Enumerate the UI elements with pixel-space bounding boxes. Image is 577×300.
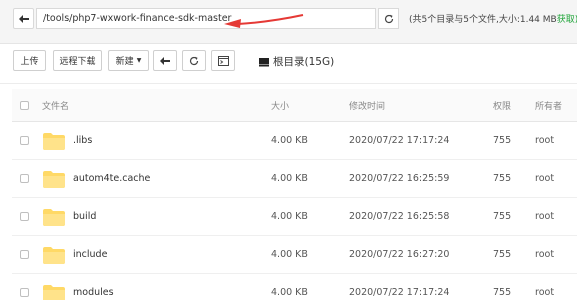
arrow-left-icon xyxy=(18,14,29,23)
table-row[interactable]: autom4te.cache 4.00 KB 2020/07/22 16:25:… xyxy=(12,160,577,198)
divider xyxy=(0,83,577,84)
arrow-left-icon xyxy=(160,56,170,65)
table-header: 文件名 大小 修改时间 权限 所有者 xyxy=(12,89,577,122)
file-permission[interactable]: 755 xyxy=(493,274,511,300)
file-name[interactable]: modules xyxy=(73,274,114,300)
select-all-checkbox[interactable] xyxy=(20,100,29,110)
file-owner[interactable]: root xyxy=(535,274,554,300)
file-size: 4.00 KB xyxy=(271,211,308,222)
file-owner[interactable]: root xyxy=(535,236,554,273)
header-modified[interactable]: 修改时间 xyxy=(349,89,385,121)
header-permission[interactable]: 权限 xyxy=(493,89,511,121)
file-permission[interactable]: 755 xyxy=(493,122,511,159)
file-modified: 2020/07/22 17:17:24 xyxy=(349,135,450,146)
row-checkbox[interactable] xyxy=(20,250,29,259)
file-modified: 2020/07/22 16:25:59 xyxy=(349,173,450,184)
file-name[interactable]: build xyxy=(73,198,96,235)
file-modified: 2020/07/22 16:27:20 xyxy=(349,249,450,260)
file-name[interactable]: include xyxy=(73,236,107,273)
directory-summary: (共5个目录与5个文件,大小:1.44 MB获取) xyxy=(409,12,577,25)
terminal-button[interactable] xyxy=(211,50,235,71)
file-owner[interactable]: root xyxy=(535,160,554,197)
select-all-checkbox-cell[interactable] xyxy=(20,89,29,121)
row-checkbox[interactable] xyxy=(20,174,29,183)
file-permission[interactable]: 755 xyxy=(493,160,511,197)
table-row[interactable]: build 4.00 KB 2020/07/22 16:25:58 755 ro… xyxy=(12,198,577,236)
terminal-icon xyxy=(217,55,229,66)
new-button[interactable]: 新建 ▼ xyxy=(108,50,149,71)
upload-button[interactable]: 上传 xyxy=(13,50,46,71)
table-row[interactable]: modules 4.00 KB 2020/07/22 17:17:24 755 … xyxy=(12,274,577,300)
file-size: 4.00 KB xyxy=(271,287,308,298)
file-owner[interactable]: root xyxy=(535,198,554,235)
summary-text: (共5个目录与5个文件,大小:1.44 MB xyxy=(409,15,557,25)
folder-icon xyxy=(43,208,65,226)
header-name[interactable]: 文件名 xyxy=(42,89,69,121)
folder-icon xyxy=(43,246,65,264)
refresh-icon xyxy=(189,56,199,65)
file-permission[interactable]: 755 xyxy=(493,198,511,235)
table-row[interactable]: include 4.00 KB 2020/07/22 16:27:20 755 … xyxy=(12,236,577,274)
row-checkbox[interactable] xyxy=(20,212,29,221)
toolbar-back-button[interactable] xyxy=(153,50,177,71)
hard-disk-icon xyxy=(259,57,269,66)
folder-icon xyxy=(43,132,65,150)
new-button-label: 新建 xyxy=(115,57,134,67)
file-modified: 2020/07/22 16:25:58 xyxy=(349,211,450,222)
back-button[interactable] xyxy=(13,8,34,29)
row-checkbox[interactable] xyxy=(20,136,29,145)
toolbar-refresh-button[interactable] xyxy=(182,50,206,71)
file-owner[interactable]: root xyxy=(535,122,554,159)
file-table: 文件名 大小 修改时间 权限 所有者 .libs 4.00 KB 2020/07… xyxy=(12,89,577,300)
folder-icon xyxy=(43,170,65,188)
file-permission[interactable]: 755 xyxy=(493,236,511,273)
folder-icon xyxy=(43,284,65,300)
caret-down-icon: ▼ xyxy=(136,57,142,64)
path-refresh-button[interactable] xyxy=(378,8,399,29)
file-size: 4.00 KB xyxy=(271,173,308,184)
disk-label: 根目录(15G) xyxy=(273,56,335,68)
fetch-size-link[interactable]: 获取) xyxy=(557,15,577,25)
address-bar: /tools/php7-wxwork-finance-sdk-master (共… xyxy=(0,0,577,44)
file-size: 4.00 KB xyxy=(271,249,308,260)
path-input[interactable]: /tools/php7-wxwork-finance-sdk-master xyxy=(36,8,376,29)
file-name[interactable]: .libs xyxy=(73,122,92,159)
file-modified: 2020/07/22 17:17:24 xyxy=(349,287,450,298)
header-size[interactable]: 大小 xyxy=(271,89,289,121)
table-row[interactable]: .libs 4.00 KB 2020/07/22 17:17:24 755 ro… xyxy=(12,122,577,160)
file-size: 4.00 KB xyxy=(271,135,308,146)
toolbar: 上传 远程下载 新建 ▼ 根目录(15G) xyxy=(0,44,577,78)
row-checkbox[interactable] xyxy=(20,288,29,297)
file-name[interactable]: autom4te.cache xyxy=(73,160,150,197)
disk-selector[interactable]: 根目录(15G) xyxy=(259,54,334,69)
remote-download-button[interactable]: 远程下载 xyxy=(53,50,102,71)
refresh-icon xyxy=(384,14,393,23)
header-owner[interactable]: 所有者 xyxy=(535,89,562,121)
